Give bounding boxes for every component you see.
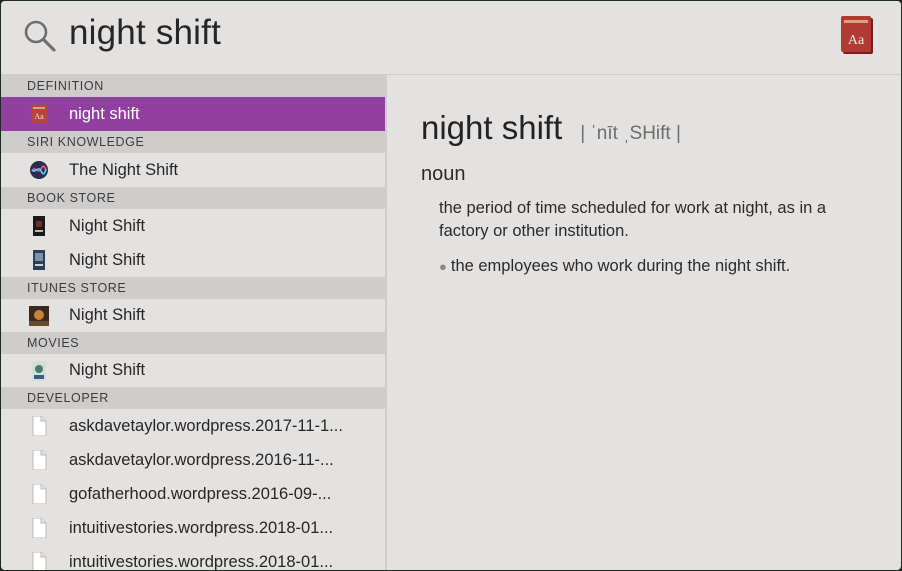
part-of-speech: noun — [421, 163, 466, 185]
result-label: Night Shift — [69, 251, 146, 269]
section-header-movies: MOVIES — [1, 332, 385, 354]
result-label: gofatherhood.wordpress.2016-09-... — [69, 485, 332, 503]
section-header-definition: DEFINITION — [1, 75, 385, 97]
result-label: Night Shift — [69, 217, 146, 235]
headword: night shift — [421, 109, 563, 146]
pronunciation: | ˈnīt ˌSHift | — [580, 123, 681, 144]
document-icon — [32, 518, 47, 538]
svg-text:Aa: Aa — [34, 112, 44, 121]
result-label: The Night Shift — [69, 161, 179, 179]
result-label: askdavetaylor.wordpress.2016-11-... — [69, 451, 334, 469]
document-icon — [32, 450, 47, 470]
bullet-icon: ● — [439, 259, 447, 274]
definition-text: the period of time scheduled for work at… — [439, 199, 827, 240]
subdefinition: ● the employees who work during the night… — [439, 255, 879, 278]
book-cover-icon — [33, 250, 45, 270]
result-item-document[interactable]: askdavetaylor.wordpress.2016-11-... — [1, 443, 385, 477]
spotlight-window: night shift Aa DEFINITION Aa night shift… — [1, 1, 901, 570]
movie-poster-icon — [32, 361, 46, 381]
result-item-book[interactable]: Night Shift — [1, 209, 385, 243]
subdefinition-text: the employees who work during the night … — [450, 257, 791, 275]
result-item-itunes[interactable]: Night Shift — [1, 299, 385, 332]
result-item-document[interactable]: askdavetaylor.wordpress.2017-11-1... — [1, 409, 385, 443]
result-label: askdavetaylor.wordpress.2017-11-1... — [69, 417, 343, 435]
definition-preview: night shift | ˈnīt ˌSHift | noun the peri… — [387, 75, 901, 570]
book-cover-icon — [33, 216, 45, 236]
result-label: intuitivestories.wordpress.2018-01... — [69, 553, 334, 570]
album-art-icon — [29, 306, 49, 326]
result-item-document[interactable]: intuitivestories.wordpress.2018-01... — [1, 545, 385, 570]
headword-line: night shift | ˈnīt ˌSHift | — [421, 109, 681, 147]
result-item-document[interactable]: gofatherhood.wordpress.2016-09-... — [1, 477, 385, 511]
section-header-itunes-store: ITUNES STORE — [1, 277, 385, 299]
result-label: intuitivestories.wordpress.2018-01... — [69, 519, 334, 537]
results-list: DEFINITION Aa night shift SIRI KNOWLEDGE… — [1, 75, 385, 570]
search-input[interactable]: night shift — [69, 13, 221, 53]
result-item-movie[interactable]: Night Shift — [1, 354, 385, 387]
section-header-book-store: BOOK STORE — [1, 187, 385, 209]
search-icon — [24, 20, 56, 52]
dictionary-icon: Aa — [31, 105, 47, 123]
result-item-document[interactable]: intuitivestories.wordpress.2018-01... — [1, 511, 385, 545]
result-item-definition[interactable]: Aa night shift — [1, 97, 385, 131]
result-label: Night Shift — [69, 306, 146, 324]
document-icon — [32, 552, 47, 570]
result-item-siri-knowledge[interactable]: The Night Shift — [1, 153, 385, 187]
section-header-siri-knowledge: SIRI KNOWLEDGE — [1, 131, 385, 153]
siri-icon — [30, 161, 48, 179]
section-header-developer: DEVELOPER — [1, 387, 385, 409]
document-icon — [32, 416, 47, 436]
document-icon — [32, 484, 47, 504]
svg-text:Aa: Aa — [848, 33, 865, 48]
result-label: night shift — [69, 105, 140, 123]
result-label: Night Shift — [69, 361, 146, 379]
result-item-book[interactable]: Night Shift — [1, 243, 385, 277]
dictionary-app-icon: Aa — [841, 16, 873, 54]
search-bar: night shift Aa — [1, 1, 901, 75]
